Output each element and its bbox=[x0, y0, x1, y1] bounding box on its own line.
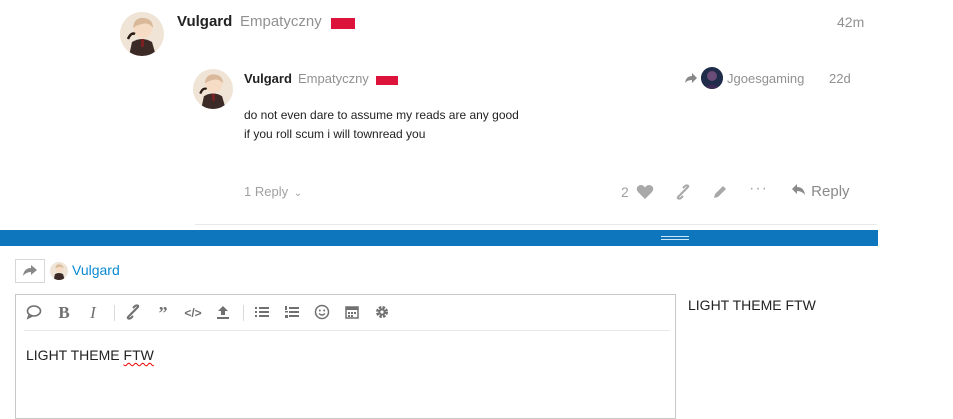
reply-body-line: do not even dare to assume my reads are … bbox=[244, 108, 519, 122]
reply-action-button[interactable]: Reply bbox=[791, 183, 850, 200]
pencil-icon[interactable] bbox=[712, 184, 728, 200]
composer-reply-to-username[interactable]: Vulgard bbox=[72, 262, 120, 278]
heart-icon[interactable] bbox=[636, 184, 654, 200]
numbered-list-icon[interactable] bbox=[282, 303, 302, 323]
composer-grippie-bar[interactable] bbox=[0, 230, 878, 246]
toolbar-separator bbox=[243, 305, 244, 321]
reply-time[interactable]: 22d bbox=[829, 71, 851, 86]
avatar[interactable] bbox=[193, 69, 233, 109]
reply-to-username[interactable]: Jgoesgaming bbox=[727, 71, 804, 86]
chevron-down-icon: ⌄ bbox=[293, 188, 303, 199]
flag-icon bbox=[331, 18, 355, 29]
emoji-icon[interactable] bbox=[312, 303, 332, 323]
composer-preview: LIGHT THEME FTW bbox=[688, 297, 816, 313]
quote-bubble-icon[interactable] bbox=[24, 303, 44, 323]
upload-icon[interactable] bbox=[213, 303, 233, 323]
topic-post-area: Vulgard Empatyczny 42m Vulgard Empatyczn… bbox=[0, 0, 878, 230]
calendar-icon[interactable] bbox=[342, 303, 362, 323]
toolbar-separator bbox=[114, 305, 115, 321]
post-user-title: Empatyczny bbox=[240, 13, 322, 30]
more-options-icon[interactable]: ··· bbox=[749, 180, 768, 198]
editor-text-misspelled: FTW bbox=[123, 347, 154, 363]
reply-arrow-icon bbox=[683, 70, 699, 86]
gear-icon[interactable] bbox=[372, 303, 392, 323]
post-username[interactable]: Vulgard bbox=[177, 13, 232, 30]
reply-arrow-icon bbox=[791, 183, 811, 200]
composer-editor: B I ” </> LIGHT THEME FTW bbox=[15, 294, 676, 419]
like-count[interactable]: 2 bbox=[621, 184, 629, 200]
post-time[interactable]: 42m bbox=[837, 14, 864, 30]
editor-textarea[interactable]: LIGHT THEME FTW bbox=[26, 347, 666, 407]
italic-icon[interactable]: I bbox=[83, 303, 103, 323]
avatar[interactable] bbox=[50, 262, 68, 280]
replies-count-label: 1 Reply bbox=[244, 184, 289, 199]
blockquote-icon[interactable]: ” bbox=[153, 303, 173, 323]
flag-icon bbox=[376, 76, 398, 85]
composer-reply-to[interactable] bbox=[15, 259, 45, 283]
avatar[interactable] bbox=[120, 12, 164, 56]
code-icon[interactable]: </> bbox=[183, 303, 203, 323]
bullet-list-icon[interactable] bbox=[252, 303, 272, 323]
reply-user-title: Empatyczny bbox=[298, 71, 369, 86]
reply-username[interactable]: Vulgard bbox=[244, 71, 292, 86]
toolbar-divider bbox=[24, 330, 670, 331]
bold-icon[interactable]: B bbox=[54, 303, 74, 323]
link-icon[interactable] bbox=[123, 303, 143, 323]
link-icon[interactable] bbox=[675, 184, 691, 200]
share-arrow-icon bbox=[22, 264, 38, 283]
avatar[interactable] bbox=[701, 67, 723, 89]
grip-handle-icon[interactable] bbox=[661, 236, 689, 240]
reply-body-line: if you roll scum i will townread you bbox=[244, 127, 426, 141]
reply-button-label: Reply bbox=[811, 183, 850, 200]
editor-toolbar: B I ” </> bbox=[16, 295, 675, 331]
editor-text: LIGHT THEME bbox=[26, 347, 124, 363]
replies-toggle[interactable]: 1 Reply ⌄ bbox=[244, 184, 302, 199]
